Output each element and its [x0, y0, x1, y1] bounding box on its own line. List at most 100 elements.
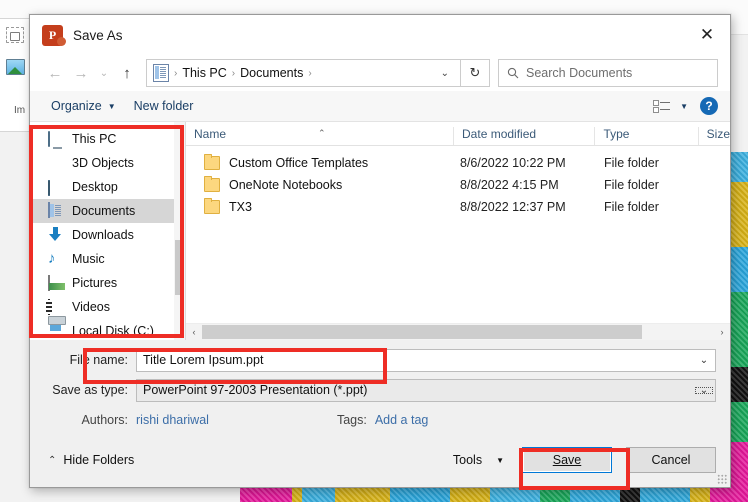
recent-locations-button[interactable]: ⌄: [94, 60, 114, 86]
folder-icon: [204, 198, 220, 214]
file-type: File folder: [604, 200, 659, 214]
column-header-name[interactable]: Name ⌃: [186, 127, 453, 145]
scroll-down-icon[interactable]: ⌄: [174, 328, 185, 340]
computer-icon: [48, 131, 65, 147]
sidebar-item-downloads[interactable]: Downloads: [30, 223, 185, 247]
save-as-type-select[interactable]: PowerPoint 97-2003 Presentation (*.ppt) …: [136, 378, 716, 402]
sidebar-item-local-disk[interactable]: Local Disk (C:): [30, 319, 185, 340]
sidebar-item-desktop[interactable]: Desktop: [30, 175, 185, 199]
column-header-type[interactable]: Type: [594, 127, 697, 145]
file-name-input[interactable]: Title Lorem Ipsum.ppt ⌄: [136, 348, 716, 372]
sidebar-item-label: Pictures: [72, 276, 118, 290]
help-icon[interactable]: ?: [700, 97, 718, 115]
breadcrumb-separator: ›: [174, 67, 178, 79]
sidebar-item-documents[interactable]: Documents: [30, 199, 185, 223]
breadcrumb-separator: ›: [231, 67, 236, 79]
save-as-type-row: Save as type: PowerPoint 97-2003 Present…: [30, 377, 730, 403]
sidebar-item-label: Desktop: [72, 180, 118, 194]
refresh-icon[interactable]: ↻: [461, 59, 490, 87]
folder-icon: [204, 176, 220, 192]
table-row[interactable]: OneNote Notebooks 8/8/2022 4:15 PM File …: [186, 174, 730, 196]
chevron-down-icon: ▼: [107, 101, 116, 111]
video-film-icon: [48, 299, 65, 315]
dialog-title: Save As: [73, 27, 123, 43]
sidebar-scrollbar[interactable]: ⌃ ⌄: [174, 122, 185, 340]
save-label: Save: [553, 453, 582, 467]
search-box[interactable]: Search Documents: [498, 59, 718, 87]
file-type: File folder: [604, 156, 659, 170]
close-icon[interactable]: ✕: [684, 15, 730, 55]
save-as-type-value: PowerPoint 97-2003 Presentation (*.ppt): [143, 383, 368, 397]
scroll-left-icon[interactable]: ‹: [186, 327, 202, 337]
search-icon: [507, 67, 519, 79]
file-list-horizontal-scrollbar[interactable]: ‹ ›: [186, 323, 730, 340]
chevron-down-icon[interactable]: ⌄: [693, 385, 715, 396]
screenshot-icon: [6, 27, 24, 43]
dialog-titlebar: P Save As ✕: [30, 15, 730, 55]
authors-value[interactable]: rishi dhariwal: [136, 413, 209, 427]
dialog-footer: ⌃ Hide Folders Tools ▼ Save Cancel: [30, 433, 730, 487]
sidebar-item-pictures[interactable]: Pictures: [30, 271, 185, 295]
forward-button[interactable]: →: [68, 60, 94, 86]
breadcrumb-item-documents[interactable]: Documents: [237, 66, 306, 80]
chevron-up-icon: ⌃: [48, 454, 57, 466]
file-name-row: File name: Title Lorem Ipsum.ppt ⌄: [30, 347, 730, 373]
powerpoint-icon: P: [42, 24, 66, 46]
file-name-label: File name:: [69, 353, 128, 367]
search-input[interactable]: Search Documents: [526, 66, 632, 80]
navigation-bar: ← → ⌄ ↑ › This PC › Documents › ⌄ ↻ Sear…: [30, 55, 730, 91]
file-date: 8/8/2022 12:37 PM: [460, 200, 566, 214]
tools-label: Tools: [452, 453, 483, 467]
sidebar-scroll-thumb[interactable]: [175, 240, 184, 295]
music-note-icon: ♪: [48, 250, 56, 267]
file-list-pane: Name ⌃ Date modified Type Size Custom Of…: [186, 122, 730, 340]
sidebar-item-label: Music: [72, 252, 105, 266]
scroll-right-icon[interactable]: ›: [714, 327, 730, 337]
save-button[interactable]: Save: [522, 447, 612, 473]
cancel-button[interactable]: Cancel: [626, 447, 716, 473]
folder-icon: [204, 154, 220, 170]
sidebar-item-this-pc[interactable]: This PC: [30, 127, 185, 151]
organize-button[interactable]: Organize ▼: [42, 94, 125, 118]
breadcrumb-item-this-pc[interactable]: This PC: [179, 66, 229, 80]
file-date: 8/6/2022 10:22 PM: [460, 156, 566, 170]
sidebar-item-label: Local Disk (C:): [72, 324, 154, 338]
table-row[interactable]: TX3 8/8/2022 12:37 PM File folder: [186, 196, 730, 218]
cube-icon: [48, 155, 65, 171]
scroll-up-icon[interactable]: ⌃: [174, 122, 185, 134]
breadcrumb[interactable]: › This PC › Documents › ⌄: [146, 59, 461, 87]
chevron-down-icon[interactable]: ⌄: [432, 68, 458, 79]
column-header-date-modified[interactable]: Date modified: [453, 127, 594, 145]
file-name: OneNote Notebooks: [229, 178, 343, 192]
chevron-down-icon[interactable]: ⌄: [693, 355, 715, 366]
chevron-down-icon: ▼: [496, 455, 504, 465]
sidebar-item-music[interactable]: ♪ Music: [30, 247, 185, 271]
breadcrumb-folder-icon: [153, 64, 169, 82]
save-text: Save: [552, 453, 582, 467]
back-button[interactable]: ←: [42, 60, 68, 86]
column-label: Name: [194, 127, 227, 141]
resize-gripper[interactable]: [717, 474, 727, 484]
up-button[interactable]: ↑: [114, 60, 140, 86]
add-a-tag-link[interactable]: Add a tag: [375, 413, 429, 427]
change-view-icon[interactable]: [653, 99, 671, 113]
screenshot-root: ols Im P Save As ✕ ← → ⌄ ↑ › This PC: [0, 0, 748, 502]
download-arrow-icon: [48, 227, 65, 243]
horizontal-scroll-thumb[interactable]: [202, 325, 642, 339]
file-type: File folder: [604, 178, 659, 192]
sidebar-item-label: Downloads: [72, 228, 134, 242]
hard-disk-icon: [48, 323, 65, 339]
navigation-tree: This PC 3D Objects Desktop Documents Dow…: [30, 122, 185, 340]
dialog-body: This PC 3D Objects Desktop Documents Dow…: [30, 122, 730, 340]
sort-ascending-icon: ⌃: [318, 128, 326, 138]
document-icon: [48, 202, 65, 219]
hide-folders-button[interactable]: ⌃ Hide Folders: [48, 453, 134, 467]
new-folder-button[interactable]: New folder: [125, 94, 203, 118]
tools-button[interactable]: Tools ▼: [453, 453, 522, 467]
column-header-size[interactable]: Size: [697, 127, 730, 145]
sidebar-item-3d-objects[interactable]: 3D Objects: [30, 151, 185, 175]
table-row[interactable]: Custom Office Templates 8/6/2022 10:22 P…: [186, 152, 730, 174]
file-date: 8/8/2022 4:15 PM: [460, 178, 559, 192]
sidebar-item-label: 3D Objects: [72, 156, 134, 170]
view-chevron-down-icon[interactable]: ▼: [673, 102, 688, 111]
